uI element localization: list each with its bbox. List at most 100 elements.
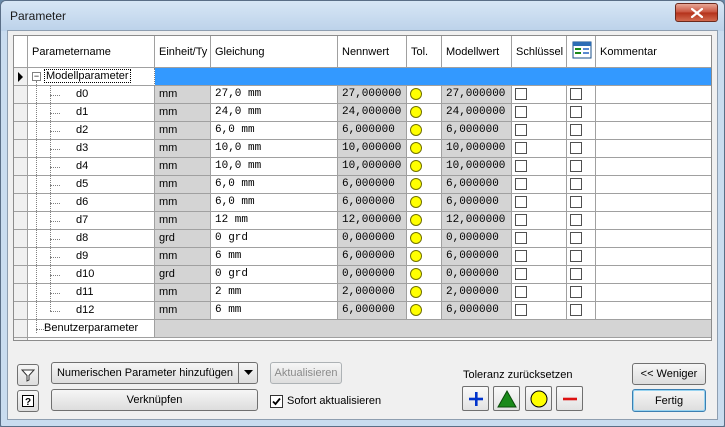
export-checkbox[interactable] — [570, 304, 582, 316]
cell-name[interactable]: d0 — [28, 86, 155, 104]
export-checkbox[interactable] — [570, 142, 582, 154]
cell-export[interactable] — [567, 122, 596, 140]
tolerance-circle-icon[interactable] — [410, 142, 422, 154]
tolerance-circle-icon[interactable] — [410, 304, 422, 316]
cell-tol[interactable] — [407, 248, 442, 266]
cell-key[interactable] — [512, 302, 567, 320]
column-header-comment[interactable]: Kommentar — [596, 36, 711, 68]
tolerance-circle-icon[interactable] — [410, 178, 422, 190]
row-selector[interactable] — [14, 86, 28, 104]
column-header-unit[interactable]: Einheit/Ty — [155, 36, 211, 68]
tolerance-median-button[interactable] — [493, 386, 520, 411]
row-selector[interactable] — [14, 266, 28, 284]
tolerance-upper-button[interactable] — [462, 386, 489, 411]
row-selector[interactable] — [14, 230, 28, 248]
cell-equation[interactable]: 27,0 mm — [211, 86, 338, 104]
cell-comment[interactable] — [596, 230, 711, 248]
update-button[interactable]: Aktualisieren — [270, 362, 342, 384]
cell-tol[interactable] — [407, 302, 442, 320]
key-checkbox[interactable] — [515, 250, 527, 262]
cell-key[interactable] — [512, 122, 567, 140]
key-checkbox[interactable] — [515, 124, 527, 136]
cell-tol[interactable] — [407, 122, 442, 140]
cell-key[interactable] — [512, 230, 567, 248]
cell-name[interactable]: d7 — [28, 212, 155, 230]
add-parameter-dropdown-button[interactable] — [238, 362, 258, 384]
row-selector[interactable] — [14, 140, 28, 158]
export-checkbox[interactable] — [570, 250, 582, 262]
cell-export[interactable] — [567, 86, 596, 104]
row-selector[interactable] — [14, 248, 28, 266]
row-selector[interactable] — [14, 302, 28, 320]
cell-tol[interactable] — [407, 140, 442, 158]
key-checkbox[interactable] — [515, 286, 527, 298]
cell-name[interactable]: d3 — [28, 140, 155, 158]
cell-name[interactable]: d4 — [28, 158, 155, 176]
key-checkbox[interactable] — [515, 160, 527, 172]
cell-key[interactable] — [512, 176, 567, 194]
row-selector[interactable] — [14, 212, 28, 230]
export-checkbox[interactable] — [570, 214, 582, 226]
column-header-model-value[interactable]: Modellwert — [442, 36, 512, 68]
cell-tol[interactable] — [407, 266, 442, 284]
cell-key[interactable] — [512, 104, 567, 122]
cell-export[interactable] — [567, 302, 596, 320]
cell-tol[interactable] — [407, 212, 442, 230]
tolerance-nominal-button[interactable] — [525, 386, 552, 411]
cell-comment[interactable] — [596, 194, 711, 212]
cell-name[interactable]: d6 — [28, 194, 155, 212]
row-selector[interactable] — [14, 68, 28, 86]
add-numeric-parameter-button[interactable]: Numerischen Parameter hinzufügen — [51, 362, 239, 384]
cell-name[interactable]: d11 — [28, 284, 155, 302]
cell-equation[interactable]: 24,0 mm — [211, 104, 338, 122]
key-checkbox[interactable] — [515, 106, 527, 118]
cell-export[interactable] — [567, 104, 596, 122]
tolerance-circle-icon[interactable] — [410, 196, 422, 208]
cell-equation[interactable]: 12 mm — [211, 212, 338, 230]
column-header-parametername[interactable]: Parametername — [28, 36, 155, 68]
cell-key[interactable] — [512, 284, 567, 302]
cell-name[interactable]: d1 — [28, 104, 155, 122]
cell-tol[interactable] — [407, 104, 442, 122]
export-checkbox[interactable] — [570, 268, 582, 280]
cell-key[interactable] — [512, 86, 567, 104]
row-selector[interactable] — [14, 122, 28, 140]
cell-comment[interactable] — [596, 104, 711, 122]
cell-equation[interactable]: 2 mm — [211, 284, 338, 302]
cell-export[interactable] — [567, 194, 596, 212]
group-row-model[interactable]: Modellparameter — [28, 68, 155, 86]
cell-comment[interactable] — [596, 212, 711, 230]
export-checkbox[interactable] — [570, 160, 582, 172]
row-selector[interactable] — [14, 320, 28, 338]
tolerance-circle-icon[interactable] — [410, 214, 422, 226]
cell-comment[interactable] — [596, 122, 711, 140]
cell-export[interactable] — [567, 248, 596, 266]
immediate-update-checkbox[interactable] — [270, 394, 283, 408]
cell-key[interactable] — [512, 212, 567, 230]
cell-equation[interactable]: 6 mm — [211, 248, 338, 266]
cell-comment[interactable] — [596, 248, 711, 266]
tolerance-circle-icon[interactable] — [410, 250, 422, 262]
export-checkbox[interactable] — [570, 124, 582, 136]
cell-tol[interactable] — [407, 158, 442, 176]
link-button[interactable]: Verknüpfen — [51, 389, 258, 411]
cell-equation[interactable]: 6,0 mm — [211, 176, 338, 194]
cell-export[interactable] — [567, 230, 596, 248]
row-selector[interactable] — [14, 104, 28, 122]
cell-export[interactable] — [567, 176, 596, 194]
cell-tol[interactable] — [407, 284, 442, 302]
key-checkbox[interactable] — [515, 142, 527, 154]
group-row-user[interactable]: Benutzerparameter — [28, 320, 155, 338]
row-selector[interactable] — [14, 176, 28, 194]
cell-name[interactable]: d8 — [28, 230, 155, 248]
cell-key[interactable] — [512, 158, 567, 176]
less-button[interactable]: << Weniger — [632, 363, 706, 385]
cell-name[interactable]: d9 — [28, 248, 155, 266]
export-checkbox[interactable] — [570, 178, 582, 190]
key-checkbox[interactable] — [515, 268, 527, 280]
cell-name[interactable]: d10 — [28, 266, 155, 284]
tolerance-circle-icon[interactable] — [410, 286, 422, 298]
cell-comment[interactable] — [596, 86, 711, 104]
cell-comment[interactable] — [596, 176, 711, 194]
tolerance-circle-icon[interactable] — [410, 160, 422, 172]
